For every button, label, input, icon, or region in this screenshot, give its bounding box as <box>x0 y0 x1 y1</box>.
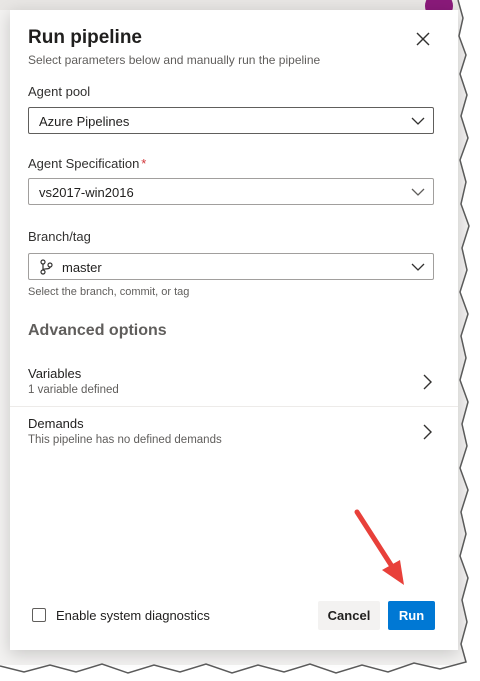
chevron-down-icon <box>411 117 425 125</box>
chevron-down-icon <box>411 263 425 271</box>
divider <box>10 406 458 407</box>
variables-row[interactable]: Variables 1 variable defined <box>10 359 458 407</box>
advanced-options-heading: Advanced options <box>28 322 167 339</box>
demands-title: Demands <box>28 416 84 431</box>
agent-spec-label: Agent Specification * <box>28 156 146 171</box>
variables-subtitle: 1 variable defined <box>28 384 119 396</box>
background-header <box>0 0 478 10</box>
agent-pool-value: Azure Pipelines <box>39 114 130 129</box>
chevron-right-icon <box>423 374 432 390</box>
agent-spec-select[interactable]: vs2017-win2016 <box>28 178 434 205</box>
required-indicator: * <box>141 156 147 171</box>
run-pipeline-dialog: Run pipeline Select parameters below and… <box>10 10 458 650</box>
variables-title: Variables <box>28 366 82 381</box>
agent-pool-label: Agent pool <box>28 84 91 99</box>
close-icon <box>416 32 430 46</box>
demands-row[interactable]: Demands This pipeline has no defined dem… <box>10 409 458 457</box>
branch-value: master <box>62 260 102 275</box>
chevron-right-icon <box>423 424 432 440</box>
agent-pool-select[interactable]: Azure Pipelines <box>28 107 434 134</box>
enable-diagnostics-checkbox[interactable] <box>32 608 46 622</box>
cancel-button[interactable]: Cancel <box>318 601 380 630</box>
branch-select[interactable]: master <box>28 253 434 280</box>
branch-icon <box>40 259 53 275</box>
chevron-down-icon <box>411 188 425 196</box>
agent-spec-value: vs2017-win2016 <box>39 185 134 200</box>
branch-helper-text: Select the branch, commit, or tag <box>28 286 190 298</box>
agent-spec-label-text: Agent Specification <box>28 156 140 171</box>
demands-subtitle: This pipeline has no defined demands <box>28 434 222 446</box>
dialog-title: Run pipeline <box>28 27 142 48</box>
enable-diagnostics-label[interactable]: Enable system diagnostics <box>56 608 210 623</box>
branch-label: Branch/tag <box>28 229 91 244</box>
close-button[interactable] <box>413 29 433 49</box>
dialog-subtitle: Select parameters below and manually run… <box>28 53 321 67</box>
run-button[interactable]: Run <box>388 601 435 630</box>
